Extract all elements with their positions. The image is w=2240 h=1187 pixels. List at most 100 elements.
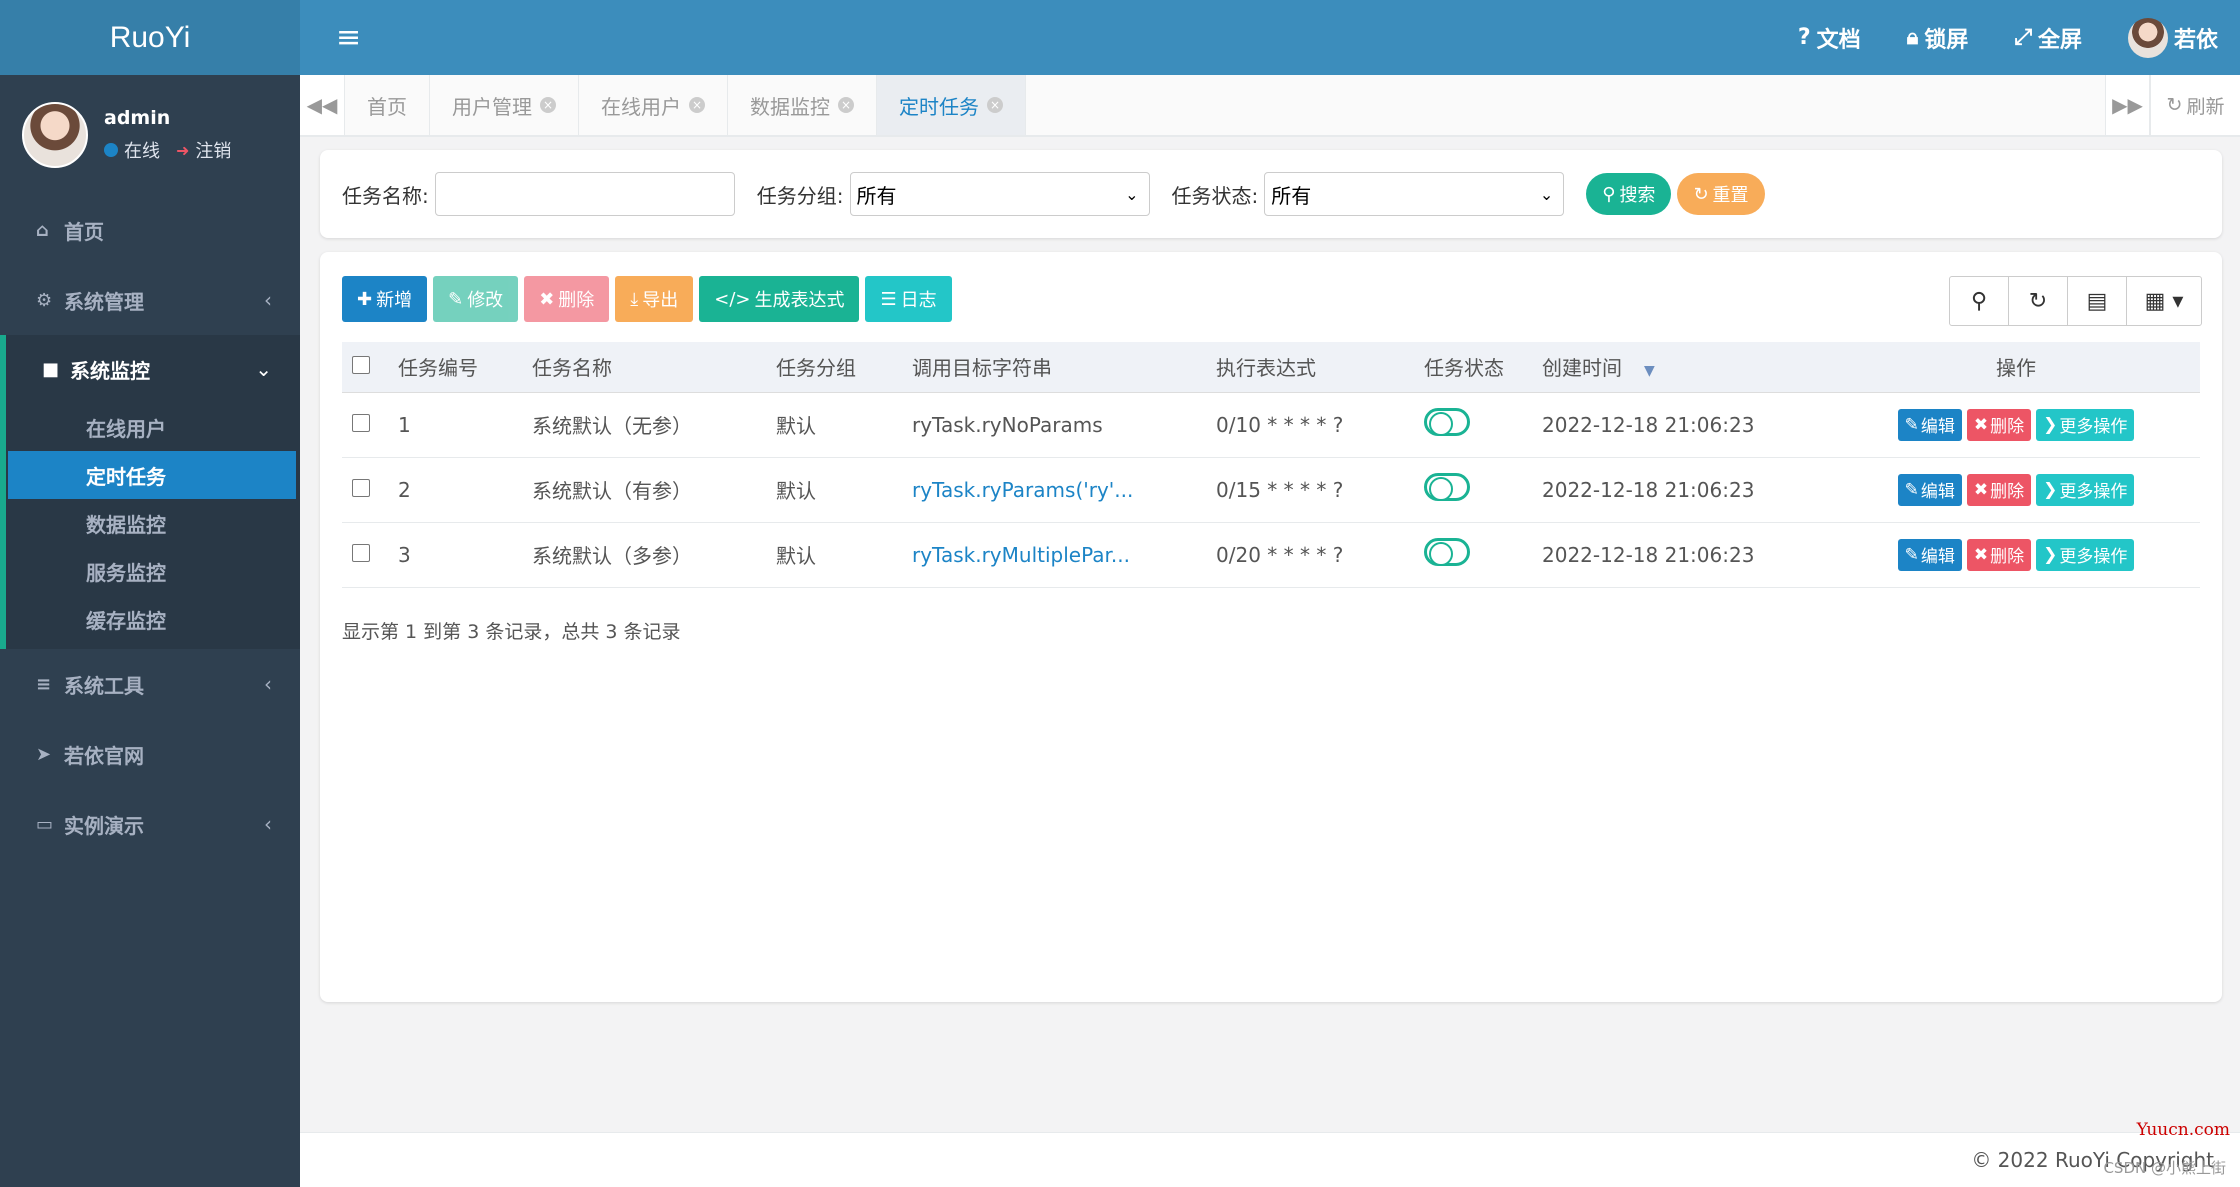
sidebar-item-system[interactable]: ⚙ 系统管理 ‹ (0, 265, 300, 335)
table-row[interactable]: 1 系统默认（无参） 默认 ryTask.ryNoParams 0/10 * *… (342, 392, 2200, 458)
columns-icon[interactable]: ▦ ▾ (2127, 277, 2201, 325)
row-more-button[interactable]: ❯ 更多操作 (2036, 473, 2135, 506)
col-header[interactable]: 任务编号 (388, 342, 522, 393)
sidebar-item-tools[interactable]: ≡ 系统工具 ‹ (0, 649, 300, 719)
cell-target-link[interactable]: ryTask.ryParams('ry'... (902, 457, 1206, 523)
docs-label: 文档 (1816, 27, 1861, 53)
close-icon[interactable]: × (540, 97, 556, 113)
col-header[interactable]: 执行表达式 (1206, 342, 1414, 393)
page-tabs: ◀◀ 首页 用户管理 × 在线用户 × 数据监控 × 定时任务 × ▶▶ ↻ 刷新 (300, 75, 2240, 137)
edit-icon: ✎ (1904, 414, 1919, 435)
row-edit-button[interactable]: ✎ 编辑 (1897, 473, 1962, 506)
fullscreen-link[interactable]: ⤢ 全屏 (2014, 22, 2082, 54)
col-header[interactable]: 调用目标字符串 (902, 342, 1206, 393)
tab-datasource[interactable]: 数据监控 × (728, 75, 877, 135)
status-toggle[interactable] (1424, 408, 1470, 436)
avatar[interactable] (22, 102, 88, 168)
export-button[interactable]: ⤓ 导出 (615, 276, 694, 322)
refresh-tab-button[interactable]: ↻ 刷新 (2150, 75, 2240, 135)
tab-job[interactable]: 定时任务 × (877, 75, 1026, 135)
sidebar-item-monitor[interactable]: ■ 系统监控 ⌄ (6, 335, 300, 403)
home-icon: ⌂ (36, 219, 49, 241)
row-edit-button[interactable]: ✎ 编辑 (1897, 408, 1962, 441)
tab-label: 首页 (367, 94, 407, 119)
delete-button[interactable]: ✖ 删除 (524, 276, 610, 322)
user-menu[interactable]: 若依 (2127, 17, 2218, 58)
sidebar-item-demo[interactable]: ▭ 实例演示 ‹ (0, 789, 300, 859)
tab-user[interactable]: 用户管理 × (430, 75, 579, 135)
close-icon[interactable]: × (689, 97, 705, 113)
col-header-created[interactable]: 创建时间 ▼ (1532, 342, 1862, 393)
col-header: 操作 (1862, 342, 2200, 393)
search-icon[interactable]: ⚲ (1950, 277, 2009, 325)
tab-online[interactable]: 在线用户 × (579, 75, 728, 135)
logout-link[interactable]: 注销 (195, 137, 231, 163)
edit-label: 修改 (467, 290, 504, 311)
gear-icon: ⚙ (36, 289, 53, 311)
cron-generator-button[interactable]: </> 生成表达式 (699, 276, 860, 322)
reset-button[interactable]: ↻ 重置 (1677, 173, 1765, 215)
job-table-panel: ✚ 新增 ✎ 修改 ✖ 删除 ⤓ 导出 </> 生成表达式 ☰ 日志 ⚲ ↻ ▤ ▦ ▾ 任… (320, 252, 2222, 1002)
lock-screen-link[interactable]: 🔒︎ 锁屏 (1907, 22, 1969, 54)
tabs-scroll-left-icon[interactable]: ◀◀ (300, 75, 345, 135)
job-group-select[interactable]: 所有 ⌄ (849, 172, 1150, 216)
docs-link[interactable]: ? 文档 (1798, 22, 1861, 54)
col-header[interactable]: 任务名称 (522, 342, 766, 393)
close-icon[interactable]: × (838, 97, 854, 113)
row-edit-button[interactable]: ✎ 编辑 (1897, 538, 1962, 571)
row-checkbox[interactable] (352, 413, 370, 432)
chevron-left-icon: ‹ (264, 672, 272, 696)
export-label: 导出 (642, 290, 679, 311)
row-more-button[interactable]: ❯ 更多操作 (2036, 538, 2135, 571)
sidebar-subitem-server[interactable]: 服务监控 (6, 547, 300, 595)
refresh-icon[interactable]: ↻ (2009, 277, 2068, 325)
cell-name: 系统默认（有参） (522, 457, 766, 523)
job-status-select[interactable]: 所有 ⌄ (1264, 172, 1565, 216)
col-header[interactable]: 任务分组 (766, 342, 902, 393)
watermark-csdn: CSDN @小熊上街 (2103, 1159, 2226, 1177)
sort-desc-icon: ▼ (1644, 363, 1655, 380)
log-button[interactable]: ☰ 日志 (865, 276, 952, 322)
sign-out-icon[interactable]: ➜ (176, 141, 189, 160)
row-more-button[interactable]: ❯ 更多操作 (2036, 408, 2135, 441)
send-icon: ➤ (36, 743, 52, 765)
tab-label: 定时任务 (899, 94, 979, 119)
edit-button[interactable]: ✎ 修改 (433, 276, 519, 322)
close-icon[interactable]: × (987, 97, 1003, 113)
tab-home[interactable]: 首页 (345, 75, 430, 135)
table-toggle-icon[interactable]: ▤ (2068, 277, 2127, 325)
desktop-icon: ▭ (36, 813, 54, 835)
row-delete-label: 删除 (1990, 547, 2025, 567)
tabs-scroll-right-icon[interactable]: ▶▶ (2105, 75, 2150, 135)
row-delete-button[interactable]: ✖ 删除 (1966, 408, 2032, 441)
select-all-checkbox[interactable] (352, 355, 370, 374)
row-delete-button[interactable]: ✖ 删除 (1966, 538, 2032, 571)
job-name-input[interactable] (434, 172, 735, 216)
chevron-down-icon: ⌄ (255, 357, 272, 381)
sidebar-item-website[interactable]: ➤ 若依官网 (0, 719, 300, 789)
sidebar-group-monitor: ■ 系统监控 ⌄ 在线用户 定时任务 数据监控 服务监控 缓存监控 (0, 335, 300, 649)
sidebar-subitem-online[interactable]: 在线用户 (6, 403, 300, 451)
add-button[interactable]: ✚ 新增 (342, 276, 428, 322)
row-delete-button[interactable]: ✖ 删除 (1966, 473, 2032, 506)
sidebar-subitem-cache[interactable]: 缓存监控 (6, 595, 300, 643)
col-header[interactable]: 任务状态 (1414, 342, 1532, 393)
status-toggle[interactable] (1424, 538, 1470, 566)
row-checkbox[interactable] (352, 478, 370, 497)
edit-icon: ✎ (1904, 544, 1919, 565)
fullscreen-label: 全屏 (2037, 27, 2082, 53)
table-row[interactable]: 2 系统默认（有参） 默认 ryTask.ryParams('ry'... 0/… (342, 457, 2200, 523)
sidebar-subitem-datasource[interactable]: 数据监控 (6, 499, 300, 547)
table-row[interactable]: 3 系统默认（多参） 默认 ryTask.ryMultiplePar... 0/… (342, 522, 2200, 588)
sidebar-item-label: 系统工具 (64, 673, 144, 698)
menu-toggle-icon[interactable]: ≡ (336, 20, 361, 55)
row-checkbox[interactable] (352, 543, 370, 562)
sidebar-item-home[interactable]: ⌂ 首页 (0, 195, 300, 265)
brand-logo[interactable]: RuoYi (0, 0, 300, 75)
cell-target-link[interactable]: ryTask.ryMultiplePar... (902, 522, 1206, 588)
row-delete-label: 删除 (1990, 417, 2025, 437)
sidebar: RuoYi admin 在线 ➜ 注销 ⌂ 首页 ⚙ 系统管理 ‹ ■ 系统监控… (0, 0, 300, 1187)
sidebar-subitem-job[interactable]: 定时任务 (8, 451, 296, 499)
search-button[interactable]: ⚲ 搜索 (1586, 173, 1672, 215)
status-toggle[interactable] (1424, 473, 1470, 501)
